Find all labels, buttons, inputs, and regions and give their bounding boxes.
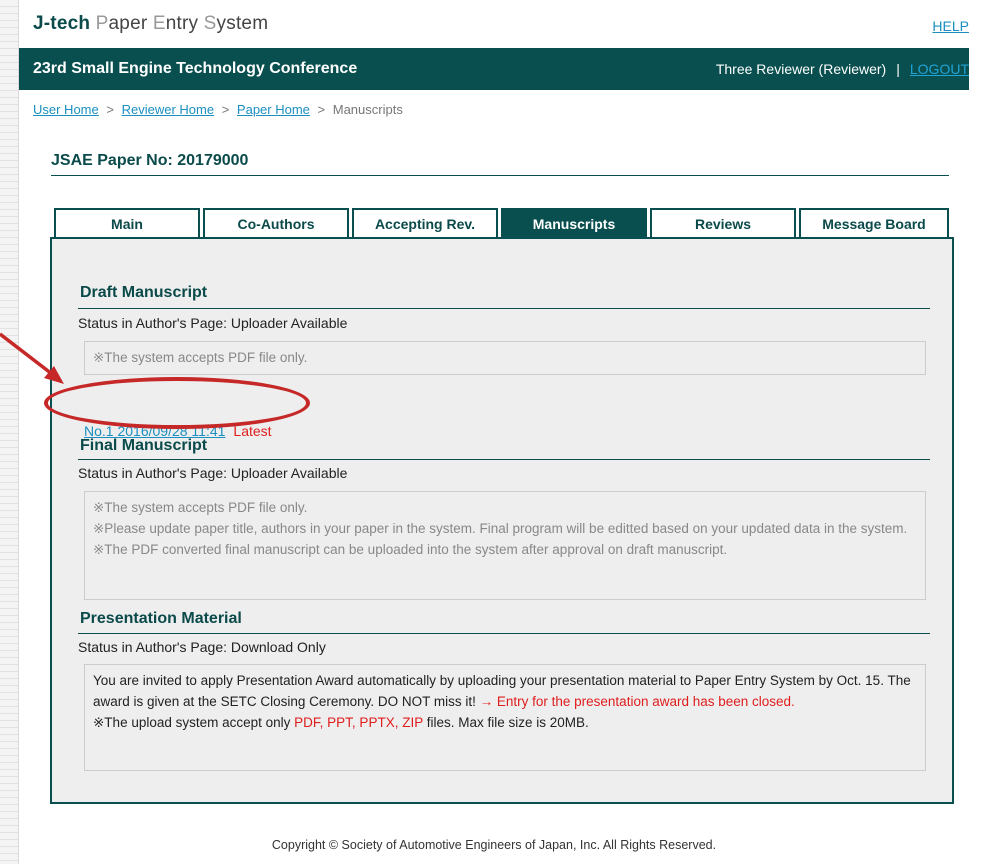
- final-status: Status in Author's Page: Uploader Availa…: [78, 465, 348, 481]
- presentation-status: Status in Author's Page: Download Only: [78, 639, 326, 655]
- final-manuscript-title: Final Manuscript: [80, 437, 208, 454]
- draft-note: ※The system accepts PDF file only.: [93, 350, 308, 365]
- breadcrumb-separator: >: [317, 102, 326, 117]
- upload-format-note: ※The upload system accept only PDF, PPT,…: [93, 715, 589, 730]
- heading-divider: [51, 175, 949, 176]
- tab-co-authors[interactable]: Co-Authors: [203, 208, 349, 237]
- tab-message-board[interactable]: Message Board: [799, 208, 949, 237]
- allowed-formats: PDF, PPT, PPTX, ZIP: [294, 715, 423, 730]
- final-note-box: ※The system accepts PDF file only. ※Plea…: [84, 491, 926, 600]
- app-brand: J-tech: [33, 13, 91, 34]
- award-closed-notice: → Entry for the presentation award has b…: [479, 694, 795, 709]
- user-separator: |: [896, 61, 900, 77]
- presentation-award-text: You are invited to apply Presentation Aw…: [93, 673, 911, 709]
- tab-bar: Main Co-Authors Accepting Rev. Manuscrip…: [54, 208, 949, 238]
- section-divider: [78, 633, 930, 634]
- draft-note-box: ※The system accepts PDF file only.: [84, 341, 926, 375]
- tab-accepting-rev[interactable]: Accepting Rev.: [352, 208, 498, 237]
- tab-main[interactable]: Main: [54, 208, 200, 237]
- conference-title: 23rd Small Engine Technology Conference: [33, 60, 358, 77]
- breadcrumb-separator: >: [221, 102, 230, 117]
- final-note-2: ※Please update paper title, authors in y…: [93, 521, 908, 536]
- annotation-ellipse: [44, 377, 310, 429]
- draft-status: Status in Author's Page: Uploader Availa…: [78, 315, 348, 331]
- section-divider: [78, 308, 930, 309]
- draft-manuscript-title: Draft Manuscript: [80, 284, 208, 301]
- copyright-footer: Copyright © Society of Automotive Engine…: [271, 838, 717, 852]
- left-edge-strip: [0, 0, 19, 864]
- logout-link[interactable]: LOGOUT: [910, 61, 969, 77]
- breadcrumb-current: Manuscripts: [332, 102, 403, 117]
- user-name: Three Reviewer (Reviewer): [715, 61, 887, 77]
- user-area: Three Reviewer (Reviewer) | LOGOUT: [716, 61, 969, 77]
- breadcrumb-reviewer-home[interactable]: Reviewer Home: [122, 102, 214, 117]
- breadcrumb: User Home > Reviewer Home > Paper Home >…: [33, 102, 403, 117]
- paper-number-heading: JSAE Paper No: 20179000: [51, 152, 249, 169]
- final-note-1: ※The system accepts PDF file only.: [93, 500, 308, 515]
- manuscripts-panel: Draft Manuscript Status in Author's Page…: [50, 237, 954, 804]
- breadcrumb-paper-home[interactable]: Paper Home: [237, 102, 310, 117]
- breadcrumb-user-home[interactable]: User Home: [33, 102, 99, 117]
- annotation-arrow-icon: [0, 332, 64, 384]
- section-divider: [78, 459, 930, 460]
- conference-header: 23rd Small Engine Technology Conference …: [19, 48, 969, 90]
- final-note-3: ※The PDF converted final manuscript can …: [93, 542, 728, 557]
- presentation-material-title: Presentation Material: [80, 610, 242, 627]
- tab-reviews[interactable]: Reviews: [650, 208, 796, 237]
- tab-manuscripts[interactable]: Manuscripts: [501, 208, 647, 237]
- breadcrumb-separator: >: [106, 102, 114, 117]
- help-link[interactable]: HELP: [932, 18, 969, 34]
- app-title: J-tech Paper Entry System: [33, 13, 269, 34]
- presentation-note-box: You are invited to apply Presentation Aw…: [84, 664, 926, 771]
